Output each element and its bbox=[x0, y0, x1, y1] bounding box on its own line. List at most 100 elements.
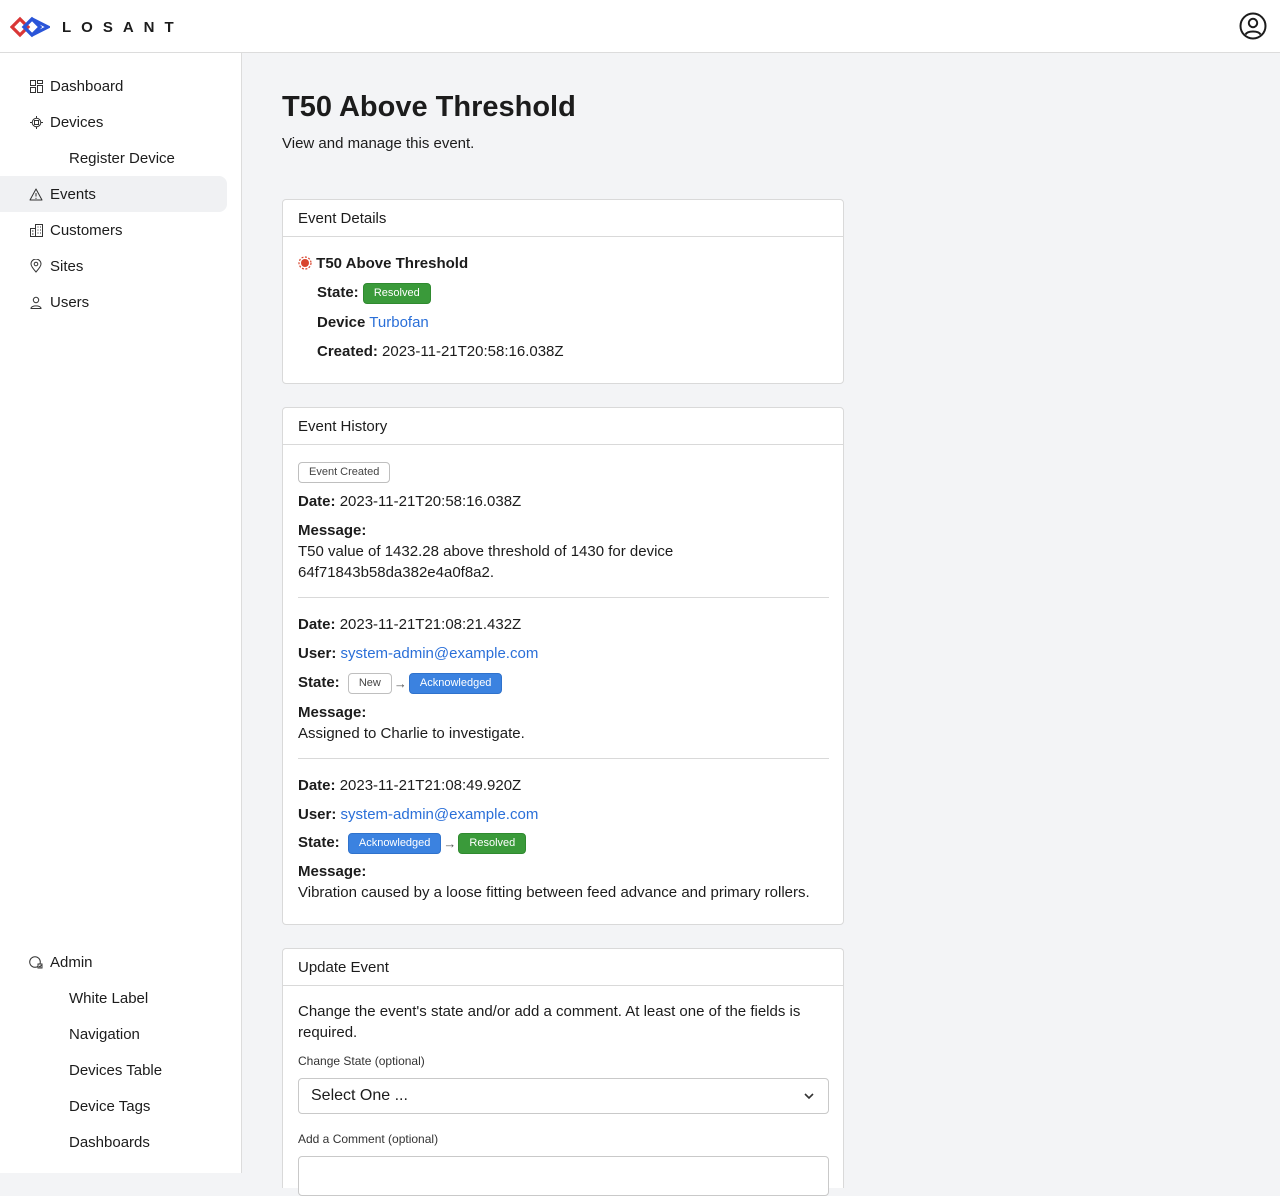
sidebar-item-white-label[interactable]: White Label bbox=[0, 980, 227, 1016]
page-subtitle: View and manage this event. bbox=[282, 135, 475, 152]
sidebar-item-label: Sites bbox=[50, 257, 84, 275]
top-bar: LOSANT bbox=[0, 0, 1280, 53]
state-to-badge: Acknowledged bbox=[408, 672, 503, 694]
user-label: User: bbox=[298, 806, 337, 823]
state-label: State: bbox=[298, 834, 340, 851]
location-pin-icon bbox=[29, 259, 43, 273]
event-name-row: T50 Above Threshold bbox=[298, 253, 468, 274]
event-created-row: Created: 2023-11-21T20:58:16.038Z bbox=[317, 341, 564, 362]
dashboard-grid-icon bbox=[29, 79, 43, 93]
history-divider bbox=[298, 758, 829, 759]
main-content: T50 Above Threshold View and manage this… bbox=[243, 53, 1280, 1196]
admin-shield-icon bbox=[29, 955, 43, 969]
history-date-row: Date: 2023-11-21T21:08:21.432Z bbox=[298, 614, 521, 635]
history-date-row: Date: 2023-11-21T20:58:16.038Z bbox=[298, 491, 521, 512]
change-state-label: Change State (optional) bbox=[298, 1054, 425, 1068]
date-value: 2023-11-21T21:08:49.920Z bbox=[339, 777, 522, 794]
event-name: T50 Above Threshold bbox=[316, 255, 469, 272]
history-state-row: State: Acknowledged → Resolved bbox=[298, 832, 527, 854]
sidebar-item-label: Devices bbox=[50, 113, 104, 131]
sidebar-item-dashboard[interactable]: Dashboard bbox=[0, 68, 227, 104]
card-header: Event Details bbox=[283, 200, 843, 237]
chip-icon bbox=[29, 115, 43, 129]
history-message-label: Message: bbox=[298, 861, 366, 882]
history-created-badge-row: Event Created bbox=[298, 461, 391, 483]
user-link[interactable]: system-admin@example.com bbox=[341, 645, 539, 662]
sidebar-item-sites[interactable]: Sites bbox=[0, 248, 227, 284]
sidebar-item-label: Users bbox=[50, 293, 90, 311]
event-created-badge: Event Created bbox=[298, 461, 391, 483]
sidebar-item-label: Navigation bbox=[69, 1025, 140, 1043]
sidebar-item-label: Device Tags bbox=[69, 1097, 151, 1115]
sidebar-item-label: White Label bbox=[69, 989, 149, 1007]
status-badge-resolved: Resolved bbox=[362, 282, 431, 304]
message-label: Message: bbox=[298, 863, 367, 880]
arrow-right-icon: → bbox=[393, 675, 407, 691]
event-history-card: Event History Event Created Date: 2023-1… bbox=[282, 407, 844, 925]
user-label: User: bbox=[298, 645, 337, 662]
sidebar-item-label: Dashboards bbox=[69, 1133, 150, 1151]
history-message: T50 value of 1432.28 above threshold of … bbox=[298, 543, 674, 581]
sidebar-item-label: Dashboard bbox=[50, 77, 124, 95]
sidebar-item-devices[interactable]: Devices bbox=[0, 104, 227, 140]
sidebar-item-register-device[interactable]: Register Device bbox=[0, 140, 227, 176]
sidebar-item-customers[interactable]: Customers bbox=[0, 212, 227, 248]
state-from-badge: New bbox=[347, 672, 392, 694]
message-label: Message: bbox=[298, 704, 367, 721]
sidebar-item-device-tags[interactable]: Device Tags bbox=[0, 1088, 227, 1124]
brand-name: LOSANT bbox=[62, 18, 184, 36]
state-from-badge: Acknowledged bbox=[347, 832, 442, 854]
sidebar-item-devices-table[interactable]: Devices Table bbox=[0, 1052, 227, 1088]
warning-triangle-icon bbox=[29, 187, 43, 201]
event-device-row: Device Turbofan bbox=[317, 312, 429, 333]
state-label: State: bbox=[298, 674, 340, 691]
comment-label: Add a Comment (optional) bbox=[298, 1132, 439, 1146]
sidebar: Dashboard Devices Register Device Events… bbox=[0, 53, 242, 1173]
sidebar-item-label: Admin bbox=[50, 953, 93, 971]
date-value: 2023-11-21T21:08:21.432Z bbox=[339, 616, 522, 633]
sidebar-item-label: Devices Table bbox=[69, 1061, 163, 1079]
date-value: 2023-11-21T20:58:16.038Z bbox=[339, 493, 522, 510]
sidebar-item-navigation[interactable]: Navigation bbox=[0, 1016, 227, 1052]
created-value: 2023-11-21T20:58:16.038Z bbox=[382, 343, 564, 360]
sidebar-item-users[interactable]: Users bbox=[0, 284, 227, 320]
card-header: Update Event bbox=[283, 949, 843, 986]
history-message-label: Message: bbox=[298, 702, 366, 723]
state-to-badge: Resolved bbox=[458, 832, 527, 854]
sidebar-item-dashboards[interactable]: Dashboards bbox=[0, 1124, 227, 1160]
date-label: Date: bbox=[298, 493, 336, 510]
message-label: Message: bbox=[298, 522, 367, 539]
event-state-row: State: Resolved bbox=[317, 282, 431, 304]
state-label: State: bbox=[317, 284, 359, 301]
change-state-select[interactable]: Select One ... bbox=[298, 1078, 829, 1114]
building-icon bbox=[29, 223, 43, 237]
history-state-row: State: New → Acknowledged bbox=[298, 672, 503, 694]
history-message-label: Message: bbox=[298, 520, 366, 541]
card-header: Event History bbox=[283, 408, 843, 445]
select-value: Select One ... bbox=[311, 1087, 408, 1104]
device-link[interactable]: Turbofan bbox=[369, 314, 428, 331]
arrow-right-icon: → bbox=[443, 835, 457, 851]
event-severity-icon bbox=[298, 256, 312, 270]
device-label: Device bbox=[317, 314, 366, 331]
sidebar-item-events[interactable]: Events bbox=[0, 176, 227, 212]
sidebar-item-label: Events bbox=[50, 185, 96, 203]
user-link[interactable]: system-admin@example.com bbox=[341, 806, 539, 823]
chevron-down-icon bbox=[804, 1093, 814, 1100]
update-description: Change the event's state and/or add a co… bbox=[298, 1003, 801, 1041]
history-message: Assigned to Charlie to investigate. bbox=[298, 725, 525, 742]
comment-textarea[interactable] bbox=[298, 1156, 829, 1196]
update-event-card: Update Event Change the event's state an… bbox=[282, 948, 844, 1196]
sidebar-item-admin[interactable]: Admin bbox=[0, 944, 227, 980]
history-user-row: User: system-admin@example.com bbox=[298, 643, 538, 664]
history-date-row: Date: 2023-11-21T21:08:49.920Z bbox=[298, 775, 521, 796]
created-label: Created: bbox=[317, 343, 378, 360]
profile-icon[interactable] bbox=[1239, 12, 1267, 40]
history-message: Vibration caused by a loose fitting betw… bbox=[298, 884, 810, 901]
history-divider bbox=[298, 597, 829, 598]
history-user-row: User: system-admin@example.com bbox=[298, 804, 538, 825]
losant-logo[interactable]: LOSANT bbox=[10, 14, 184, 40]
event-details-card: Event Details T50 Above Threshold State:… bbox=[282, 199, 844, 384]
sidebar-item-label: Customers bbox=[50, 221, 123, 239]
sidebar-item-label: Register Device bbox=[69, 149, 175, 167]
